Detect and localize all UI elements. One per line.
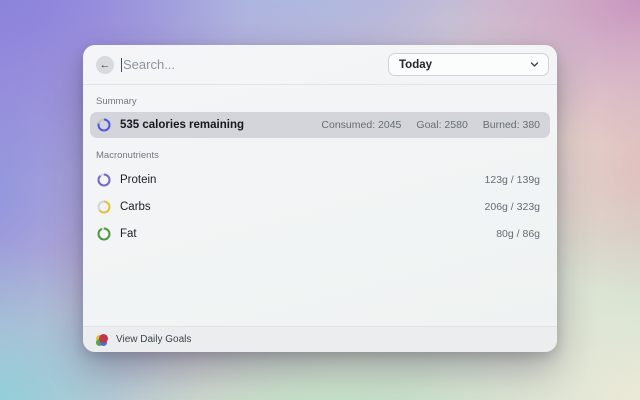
summary-row-stats: Consumed: 2045 Goal: 2580 Burned: 380 bbox=[321, 119, 540, 131]
text-caret bbox=[121, 58, 122, 72]
results-list: Summary 535 calories remaining Consumed:… bbox=[83, 85, 557, 247]
macro-row-carbs[interactable]: Carbs 206g / 323g bbox=[90, 193, 550, 220]
macro-row-label: Protein bbox=[120, 174, 485, 186]
protein-progress-ring-icon bbox=[97, 173, 111, 187]
carbs-progress-ring-icon bbox=[97, 200, 111, 214]
summary-row[interactable]: 535 calories remaining Consumed: 2045 Go… bbox=[90, 112, 550, 138]
section-header-summary: Summary bbox=[96, 96, 544, 107]
search-input[interactable]: Search... bbox=[123, 57, 388, 72]
period-dropdown-value: Today bbox=[399, 59, 530, 71]
macro-row-protein[interactable]: Protein 123g / 139g bbox=[90, 166, 550, 193]
chevron-down-icon bbox=[530, 60, 539, 69]
period-dropdown[interactable]: Today bbox=[388, 53, 549, 76]
search-bar: ← Search... Today bbox=[83, 45, 557, 85]
fat-progress-ring-icon bbox=[97, 227, 111, 241]
macro-row-value: 206g / 323g bbox=[485, 201, 540, 213]
macro-row-label: Fat bbox=[120, 228, 496, 240]
macro-row-label: Carbs bbox=[120, 201, 485, 213]
calories-progress-ring-icon bbox=[97, 118, 111, 132]
section-header-macronutrients: Macronutrients bbox=[96, 150, 544, 161]
macro-row-value: 80g / 86g bbox=[496, 228, 540, 240]
back-button[interactable]: ← bbox=[96, 56, 114, 74]
footer-bar: View Daily Goals bbox=[83, 326, 557, 352]
view-daily-goals-action[interactable]: View Daily Goals bbox=[116, 334, 191, 345]
summary-row-title: 535 calories remaining bbox=[120, 119, 321, 131]
goal-stat: Goal: 2580 bbox=[416, 119, 467, 131]
daily-goals-app-icon bbox=[96, 334, 108, 346]
macro-row-fat[interactable]: Fat 80g / 86g bbox=[90, 220, 550, 247]
consumed-stat: Consumed: 2045 bbox=[321, 119, 401, 131]
arrow-left-icon: ← bbox=[100, 59, 111, 71]
launcher-window: ← Search... Today Summary 535 calories r… bbox=[83, 45, 557, 352]
burned-stat: Burned: 380 bbox=[483, 119, 540, 131]
macro-row-value: 123g / 139g bbox=[485, 174, 540, 186]
